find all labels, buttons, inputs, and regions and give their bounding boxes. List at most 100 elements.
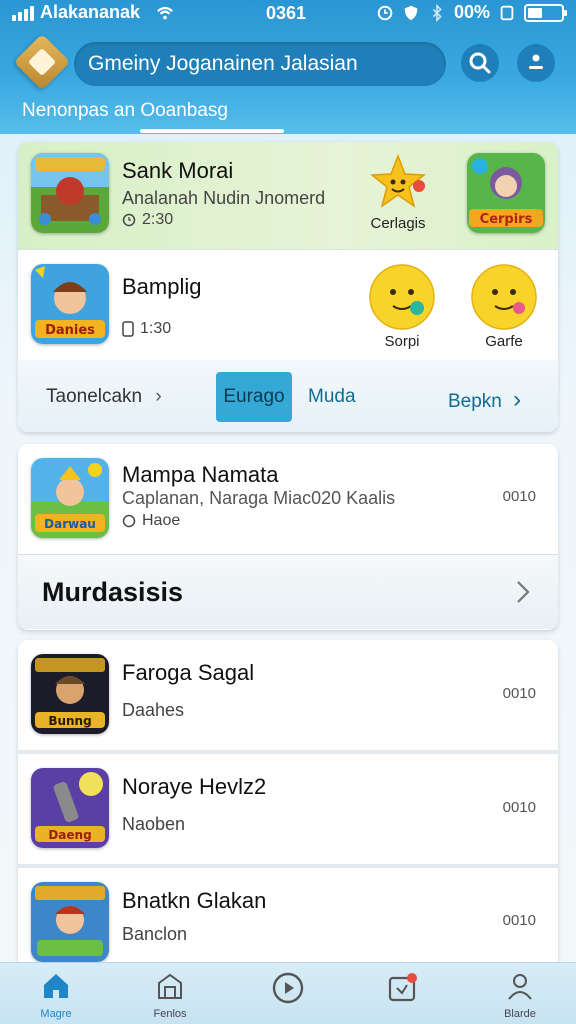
item-title: Noraye Hevlz2 — [122, 774, 267, 799]
svg-text:Danies: Danies — [45, 323, 95, 338]
profile-button[interactable] — [517, 44, 555, 82]
profile-icon — [508, 974, 532, 1000]
list-item[interactable]: Darwau Mampa Namata Caplanan, Naraga Mia… — [18, 444, 558, 554]
item-subtitle: Analanah Nudin Jnomerd — [122, 188, 326, 208]
game-art-image — [31, 153, 109, 233]
store-icon — [158, 973, 182, 999]
nav-home[interactable]: Magre — [16, 971, 96, 1020]
clock-icon — [122, 213, 136, 227]
shield-icon — [404, 5, 418, 20]
featured-item-2[interactable]: Danies Bamplig 1:30 Sorpi Garfe — [18, 250, 558, 360]
featured-card: Sank Morai Analanah Nudin Jnomerd 2:30 C… — [18, 142, 558, 432]
search-icon — [469, 52, 491, 74]
search-button[interactable] — [461, 44, 499, 82]
chevron-right-icon — [517, 581, 530, 603]
tile-thumbnail[interactable]: Cerpirs — [467, 153, 545, 233]
tab-active[interactable]: Eurago — [216, 372, 292, 422]
notification-icon — [388, 973, 417, 1002]
user-icon — [529, 54, 543, 69]
phone-icon — [122, 321, 134, 337]
item-value: 0010 — [502, 912, 536, 929]
item-subtitle: Caplanan, Naraga Miac020 Kaalis — [122, 488, 396, 508]
search-input[interactable]: Gmeiny Joganainen Jalasian — [74, 42, 446, 86]
battery-percent: 00% — [453, 2, 490, 22]
tab-right[interactable]: Bepkn › — [448, 386, 521, 414]
item-subtitle: Naoben — [122, 814, 186, 834]
sub-tab-label[interactable]: Nenonpas an Ooanbasg — [22, 100, 228, 122]
sim-icon — [500, 5, 514, 20]
smiley-badge-1[interactable]: Sorpi — [362, 262, 442, 350]
svg-text:Darwau: Darwau — [44, 517, 96, 531]
item-value: 0010 — [502, 488, 536, 505]
alarm-icon — [377, 5, 393, 20]
game-art-image: Daeng — [31, 768, 109, 848]
clock-icon — [122, 514, 136, 528]
nav-label: Magre — [40, 1008, 72, 1020]
list-item[interactable]: Bunng Faroga Sagal Daahes 0010 — [18, 640, 558, 750]
status-time: 0361 — [266, 3, 307, 23]
tab-middle[interactable]: Muda — [308, 386, 356, 408]
game-thumbnail[interactable]: Danies — [31, 264, 109, 344]
game-thumbnail[interactable]: Bunng — [31, 654, 109, 734]
smiley-icon — [471, 264, 537, 330]
item-meta: Haoe — [122, 512, 180, 530]
battery-icon — [524, 3, 567, 22]
item-value: 0010 — [502, 685, 536, 702]
item-subtitle: Banclon — [122, 924, 188, 944]
bottom-navigation: Magre Fenlos Blarde — [0, 962, 576, 1024]
item-subtitle: Daahes — [122, 700, 185, 720]
star-badge[interactable]: Cerlagis — [358, 152, 438, 232]
tab-indicator — [140, 129, 284, 133]
bluetooth-icon — [432, 3, 442, 22]
carrier-label: Alakananak — [40, 2, 141, 22]
signal-icon — [12, 5, 34, 21]
svg-text:Cerpirs: Cerpirs — [480, 212, 533, 227]
item-value: 0010 — [502, 799, 536, 816]
section-title: Murdasisis — [42, 577, 184, 607]
nav-label: Fenlos — [153, 1008, 187, 1020]
nav-play[interactable] — [248, 971, 328, 1010]
badge-label: Cerlagis — [370, 215, 426, 232]
nav-store[interactable]: Fenlos — [130, 971, 210, 1020]
app-header: Alakananak 0361 00% Gmeiny Joganainen Ja… — [0, 0, 576, 134]
section-header[interactable]: Murdasisis — [18, 555, 558, 629]
item-meta: 2:30 — [122, 211, 173, 229]
nav-profile[interactable]: Blarde — [480, 971, 560, 1020]
item-title: Mampa Namata — [122, 462, 279, 487]
game-thumbnail[interactable] — [31, 882, 109, 962]
item-title: Faroga Sagal — [122, 660, 255, 685]
badge-label: Garfe — [485, 333, 523, 350]
game-thumbnail[interactable]: Daeng — [31, 768, 109, 848]
featured-item-1[interactable]: Sank Morai Analanah Nudin Jnomerd 2:30 C… — [18, 142, 558, 249]
smiley-icon — [369, 264, 435, 330]
svg-text:Daeng: Daeng — [48, 828, 91, 842]
game-art-image: Darwau — [31, 458, 109, 538]
game-thumbnail[interactable] — [31, 153, 109, 233]
smiley-badge-2[interactable]: Garfe — [464, 262, 544, 350]
list-item[interactable]: Bnatkn Glakan Banclon 0010 — [18, 868, 558, 970]
game-thumbnail[interactable]: Darwau — [31, 458, 109, 538]
games-list: Bunng Faroga Sagal Daahes 0010 Daeng Nor… — [18, 640, 558, 970]
list-card: Darwau Mampa Namata Caplanan, Naraga Mia… — [18, 444, 558, 630]
item-title: Sank Morai — [122, 158, 234, 183]
wifi-icon — [157, 6, 173, 19]
character-art-image: Cerpirs — [467, 153, 545, 233]
item-title: Bnatkn Glakan — [122, 888, 267, 913]
nav-label: Blarde — [504, 1008, 536, 1020]
chevron-right-icon: › — [513, 386, 522, 413]
category-tabs: Taonelcakn › Eurago Muda Bepkn › — [18, 360, 558, 432]
tab-left[interactable]: Taonelcakn › — [46, 386, 162, 408]
svg-text:Bunng: Bunng — [48, 714, 91, 728]
list-item[interactable]: Daeng Noraye Hevlz2 Naoben 0010 — [18, 754, 558, 864]
game-art-image — [31, 882, 109, 962]
item-title: Bamplig — [122, 274, 202, 299]
home-icon — [44, 974, 68, 998]
star-icon — [369, 153, 427, 208]
app-logo[interactable] — [13, 33, 71, 91]
nav-notifications[interactable] — [362, 971, 442, 1010]
play-icon — [272, 972, 304, 1004]
chevron-right-icon: › — [155, 386, 162, 407]
badge-label: Sorpi — [384, 333, 420, 350]
game-art-image: Bunng — [31, 654, 109, 734]
item-meta: 1:30 — [122, 320, 171, 338]
